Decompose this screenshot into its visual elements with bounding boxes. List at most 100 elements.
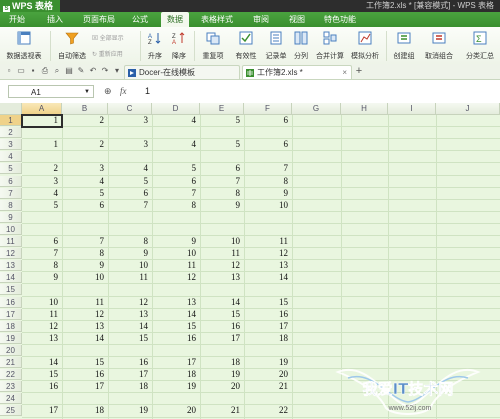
cell-d8[interactable]: 8 [152, 200, 200, 211]
cell-b6[interactable]: 4 [62, 176, 108, 187]
column-header-i[interactable]: I [388, 103, 436, 115]
cell-f7[interactable]: 9 [244, 188, 292, 199]
cell-e22[interactable]: 19 [200, 369, 244, 380]
column-header-j[interactable]: J [436, 103, 500, 115]
column-header-g[interactable]: G [292, 103, 341, 115]
undo-icon[interactable]: ↶ [88, 66, 98, 76]
cell-b7[interactable]: 5 [62, 188, 108, 199]
cell-a25[interactable]: 17 [22, 405, 62, 416]
cell-e21[interactable]: 18 [200, 357, 244, 368]
row-header-11[interactable]: 11 [0, 236, 22, 247]
cell-f25[interactable]: 22 [244, 405, 292, 416]
cell-b25[interactable]: 18 [62, 405, 108, 416]
row-header-10[interactable]: 10 [0, 223, 22, 235]
formula-input[interactable]: 1 [145, 85, 150, 98]
export-pdf-icon[interactable]: ▤ [64, 66, 74, 76]
cell-e19[interactable]: 17 [200, 333, 244, 344]
cell-c5[interactable]: 4 [108, 163, 152, 174]
cell-f8[interactable]: 10 [244, 200, 292, 211]
record-form-button[interactable]: 记录单 [262, 29, 290, 63]
new-tab-button[interactable]: + [354, 66, 364, 77]
cell-b16[interactable]: 11 [62, 297, 108, 308]
cell-f16[interactable]: 15 [244, 297, 292, 308]
cell-e14[interactable]: 13 [200, 272, 244, 283]
cell-a23[interactable]: 16 [22, 381, 62, 392]
cell-f6[interactable]: 8 [244, 176, 292, 187]
cell-c7[interactable]: 6 [108, 188, 152, 199]
cell-c6[interactable]: 5 [108, 176, 152, 187]
row-header-14[interactable]: 14 [0, 272, 22, 284]
cell-a11[interactable]: 6 [22, 236, 62, 247]
row-header-17[interactable]: 17 [0, 308, 22, 320]
cell-a5[interactable]: 2 [22, 163, 62, 174]
open-folder-icon[interactable]: ▭ [16, 66, 26, 76]
row-header-1[interactable]: 1 [0, 115, 22, 126]
print-preview-icon[interactable]: ⌕ [52, 66, 62, 76]
cell-c18[interactable]: 14 [108, 321, 152, 332]
menu-data[interactable]: 数据 [161, 12, 189, 27]
cell-d11[interactable]: 9 [152, 236, 200, 247]
cell-e3[interactable]: 5 [200, 139, 244, 150]
cell-e5[interactable]: 6 [200, 163, 244, 174]
row-header-15[interactable]: 15 [0, 284, 22, 296]
row-header-12[interactable]: 12 [0, 248, 22, 260]
menu-special[interactable]: 特色功能 [320, 12, 360, 27]
row-header-8[interactable]: 8 [0, 199, 22, 211]
menu-table-style[interactable]: 表格样式 [198, 12, 236, 27]
select-all-corner[interactable] [0, 103, 22, 115]
cell-e17[interactable]: 15 [200, 309, 244, 320]
auto-filter-button[interactable]: 自动筛选 [54, 29, 90, 63]
name-box[interactable]: A1 ▼ [8, 85, 94, 98]
column-header-h[interactable]: H [341, 103, 388, 115]
cell-f21[interactable]: 19 [244, 357, 292, 368]
app-menu-button[interactable]: SWPS 表格▼ [0, 0, 60, 24]
menu-review[interactable]: 审阅 [248, 12, 274, 27]
cell-d17[interactable]: 14 [152, 309, 200, 320]
cell-e25[interactable]: 21 [200, 405, 244, 416]
cell-e8[interactable]: 9 [200, 200, 244, 211]
cell-d19[interactable]: 16 [152, 333, 200, 344]
format-painter-icon[interactable]: ✎ [76, 66, 86, 76]
group-button[interactable]: 创建组 [390, 29, 418, 63]
cell-c17[interactable]: 13 [108, 309, 152, 320]
cell-c3[interactable]: 3 [108, 139, 152, 150]
cell-a19[interactable]: 13 [22, 333, 62, 344]
cell-a22[interactable]: 15 [22, 369, 62, 380]
text-to-columns-button[interactable]: 分列 [290, 29, 312, 63]
row-header-23[interactable]: 23 [0, 381, 22, 393]
cell-f23[interactable]: 21 [244, 381, 292, 392]
redo-icon[interactable]: ↷ [100, 66, 110, 76]
cell-b17[interactable]: 12 [62, 309, 108, 320]
cell-f12[interactable]: 12 [244, 248, 292, 259]
subtotal-button[interactable]: Σ 分类汇总 [460, 29, 500, 63]
cell-e1[interactable]: 5 [200, 115, 244, 126]
what-if-analysis-button[interactable]: 模拟分析 [348, 29, 382, 63]
customize-dropdown-icon[interactable]: ▾ [112, 66, 122, 76]
cell-c16[interactable]: 12 [108, 297, 152, 308]
cell-d16[interactable]: 13 [152, 297, 200, 308]
cell-e11[interactable]: 10 [200, 236, 244, 247]
cell-f18[interactable]: 17 [244, 321, 292, 332]
row-header-18[interactable]: 18 [0, 320, 22, 332]
cell-d12[interactable]: 10 [152, 248, 200, 259]
cell-c8[interactable]: 7 [108, 200, 152, 211]
validation-button[interactable]: 有效性 [231, 29, 261, 63]
column-header-e[interactable]: E [200, 103, 244, 115]
cell-b1[interactable]: 2 [62, 115, 108, 126]
tab-docer-templates[interactable]: Docer-在线模板 [124, 65, 240, 79]
row-header-6[interactable]: 6 [0, 175, 22, 187]
cell-c14[interactable]: 11 [108, 272, 152, 283]
row-header-7[interactable]: 7 [0, 187, 22, 199]
cell-b3[interactable]: 2 [62, 139, 108, 150]
cell-a7[interactable]: 4 [22, 188, 62, 199]
save-icon[interactable]: ▪ [28, 66, 38, 76]
cell-e23[interactable]: 20 [200, 381, 244, 392]
menu-insert[interactable]: 插入 [42, 12, 68, 27]
row-header-21[interactable]: 21 [0, 357, 22, 368]
cell-f5[interactable]: 7 [244, 163, 292, 174]
cell-d3[interactable]: 4 [152, 139, 200, 150]
reapply-button[interactable]: ↻ 重新应用 [92, 49, 123, 58]
cell-f11[interactable]: 11 [244, 236, 292, 247]
cell-b8[interactable]: 6 [62, 200, 108, 211]
zoom-search-icon[interactable]: ⊕ [104, 85, 112, 98]
